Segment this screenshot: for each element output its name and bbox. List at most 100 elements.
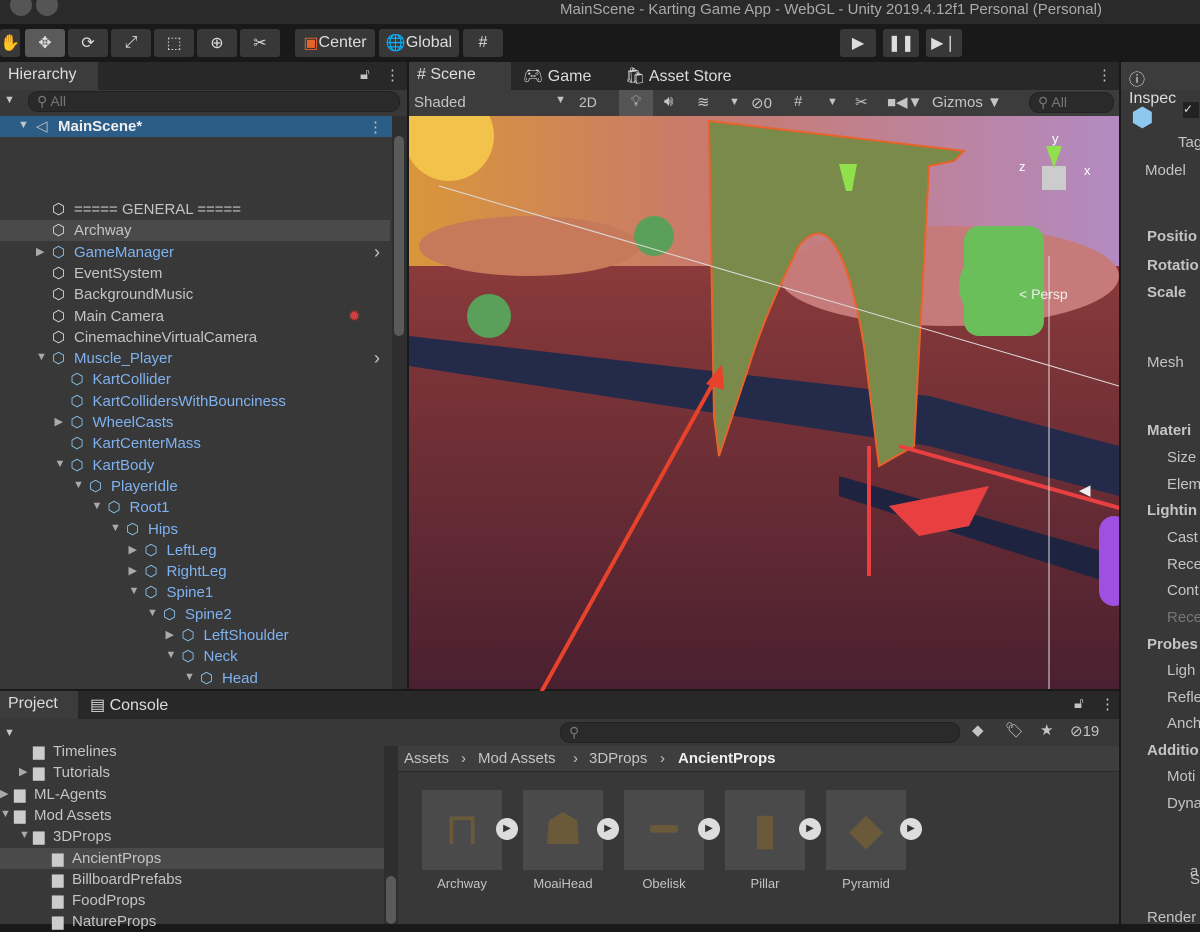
lock-icon[interactable]: 🔓︎ [1074, 695, 1084, 712]
hierarchy-item[interactable]: ⬡ KartCollider [0, 369, 390, 390]
expand-arrow-icon[interactable]: ▼ [92, 500, 103, 512]
close-window-button[interactable] [10, 0, 32, 16]
scene-viewport[interactable]: < Persp y z x ◀ [409, 116, 1119, 689]
hierarchy-item[interactable]: ▼ ⬡ PlayerIdle [0, 476, 390, 497]
tab-inspector[interactable]: ⓘ Inspec [1121, 62, 1200, 107]
scene-row[interactable]: ▼ ◁ MainScene* ⋮ [0, 116, 392, 137]
more-menu-icon[interactable]: ⋮ [1100, 695, 1115, 713]
chevron-right-icon[interactable]: › [374, 242, 380, 263]
hierarchy-item[interactable]: ⬡ Archway [0, 220, 390, 242]
gizmos-dropdown[interactable]: Gizmos ▼ [932, 94, 1002, 111]
play-button[interactable]: ▶ [840, 29, 876, 57]
hierarchy-scrollbar[interactable] [392, 116, 407, 689]
hierarchy-item[interactable]: ▼ ⬡ Neck [0, 646, 390, 667]
scrollbar-thumb[interactable] [386, 876, 396, 924]
tab-game[interactable]: 🎮︎ Game [515, 62, 615, 90]
expand-arrow-icon[interactable]: ▼ [36, 351, 47, 363]
play-preview-icon[interactable]: ▶ [597, 818, 619, 840]
hierarchy-item[interactable]: ⬡ KartCollidersWithBounciness [0, 391, 390, 412]
favorites-star-icon[interactable]: ★ [1040, 721, 1053, 739]
expand-arrow-icon[interactable]: ▼ [184, 671, 195, 683]
expand-arrow-icon[interactable]: ▼ [166, 649, 177, 661]
scrollbar-thumb[interactable] [394, 136, 404, 336]
hierarchy-item[interactable]: ▶ ⬡ LeftLeg [0, 540, 390, 561]
expand-arrow-icon[interactable]: ▼ [0, 808, 11, 820]
search-by-label-icon[interactable]: 🏷︎ [1005, 721, 1024, 739]
hierarchy-item[interactable]: ▼ ⬡ Head [0, 668, 390, 689]
hierarchy-search-input[interactable]: ⚲ All [28, 91, 400, 112]
lock-icon[interactable]: 🔓︎ [360, 66, 370, 83]
hierarchy-item[interactable]: ▶ ⬡ RightLeg [0, 561, 390, 582]
effects-icon[interactable]: ≋ [697, 93, 710, 111]
rect-tool-button[interactable]: ⬚ [154, 29, 194, 57]
folder-item[interactable]: ▆ Timelines [0, 741, 384, 762]
play-preview-icon[interactable]: ▶ [496, 818, 518, 840]
chevron-right-icon[interactable]: › [374, 348, 380, 369]
2d-toggle[interactable]: 2D [579, 94, 597, 110]
hidden-objects-toggle[interactable]: ⊘0 [751, 94, 772, 112]
expand-arrow-icon[interactable]: ▼ [110, 522, 121, 534]
hierarchy-item[interactable]: ⬡ EventSystem [0, 263, 390, 284]
breadcrumb-3dprops[interactable]: 3DProps [589, 750, 647, 767]
shading-dropdown[interactable]: Shaded ▼ [414, 94, 566, 111]
play-preview-icon[interactable]: ▶ [900, 818, 922, 840]
rotate-tool-button[interactable]: ⟳ [68, 29, 108, 57]
tools-icon[interactable]: ✂ [855, 93, 868, 111]
tab-project[interactable]: Project [0, 691, 78, 719]
pivot-center-button[interactable]: ▣ Center [295, 29, 375, 57]
persp-label[interactable]: < Persp [1019, 286, 1068, 302]
hand-tool-button[interactable]: ✋ [0, 29, 20, 57]
hierarchy-item[interactable]: ⬡ BackgroundMusic [0, 284, 390, 305]
hierarchy-item[interactable]: ⬡ Main Camera ✹ [0, 306, 390, 327]
audio-toggle-icon[interactable]: 🔊︎ [664, 93, 673, 110]
play-preview-icon[interactable]: ▶ [799, 818, 821, 840]
hierarchy-item[interactable]: ▼ ⬡ Root1 [0, 497, 390, 518]
hierarchy-item[interactable]: ▶ ⬡ WheelCasts [0, 412, 390, 433]
more-menu-icon[interactable]: ⋮ [385, 66, 400, 84]
custom-tool-button[interactable]: ✂ [240, 29, 280, 57]
asset-thumbnail[interactable]: ◆ [826, 790, 906, 870]
hierarchy-item[interactable]: ⬡ ===== GENERAL ===== [0, 199, 390, 220]
tab-console[interactable]: ▤ Console [82, 691, 182, 719]
expand-arrow-icon[interactable]: ▼ [19, 829, 30, 841]
collapse-arrow-icon[interactable]: ▶ [166, 628, 174, 641]
hierarchy-item[interactable]: ▶ ⬡ LeftShoulder [0, 625, 390, 646]
folder-item[interactable]: ▼ ▆ 3DProps [0, 826, 384, 847]
active-checkbox[interactable]: ✓ [1183, 102, 1199, 118]
orientation-gizmo[interactable]: y z x [1014, 131, 1094, 221]
hierarchy-item[interactable]: ▶ ⬡ GameManager › [0, 242, 390, 263]
breadcrumb-mod-assets[interactable]: Mod Assets [478, 750, 556, 767]
hierarchy-item[interactable]: ▼ ⬡ Spine1 [0, 582, 390, 603]
collapse-arrow-icon[interactable]: ▶ [0, 787, 8, 800]
pause-button[interactable]: ❚❚ [883, 29, 919, 57]
project-search-input[interactable]: ⚲ [560, 722, 960, 743]
scene-menu-icon[interactable]: ⋮ [1097, 66, 1112, 84]
expand-arrow-icon[interactable]: ▼ [129, 585, 140, 597]
minimize-window-button[interactable] [36, 0, 58, 16]
hierarchy-item[interactable]: ▼ ⬡ Muscle_Player › [0, 348, 390, 369]
search-by-type-icon[interactable]: ◆ [972, 721, 984, 739]
collapse-arrow-icon[interactable]: ▶ [19, 765, 27, 778]
create-dropdown[interactable]: ▼ [4, 727, 15, 739]
hierarchy-item[interactable]: ▼ ⬡ Spine2 [0, 604, 390, 625]
hierarchy-item[interactable]: ⬡ CinemachineVirtualCamera [0, 327, 390, 348]
collapse-arrow-icon[interactable]: ▶ [55, 415, 63, 428]
collapse-arrow-icon[interactable]: ▶ [36, 245, 44, 258]
transform-tool-button[interactable]: ⊕ [197, 29, 237, 57]
folder-item[interactable]: ▶ ▆ Tutorials [0, 762, 384, 783]
grid-icon[interactable]: # [794, 93, 802, 110]
folder-item[interactable]: ▆ BillboardPrefabs [0, 869, 384, 890]
folder-item[interactable]: ▶ ▆ ML-Agents [0, 784, 384, 805]
create-dropdown[interactable]: ▼ [4, 94, 15, 106]
camera-icon[interactable]: ■◀▼ [887, 93, 922, 111]
expand-arrow-icon[interactable]: ▼ [55, 458, 66, 470]
folder-item[interactable]: ▆ NatureProps [0, 911, 384, 932]
scene-menu-icon[interactable]: ⋮ [368, 118, 383, 136]
tab-scene[interactable]: # Scene [409, 62, 511, 90]
folder-item[interactable]: ▼ ▆ Mod Assets [0, 805, 384, 826]
hidden-packages-toggle[interactable]: ⊘19 [1070, 722, 1099, 740]
scene-search-input[interactable]: ⚲ All [1029, 92, 1114, 113]
hierarchy-item[interactable]: ▼ ⬡ Hips [0, 519, 390, 540]
play-preview-icon[interactable]: ▶ [698, 818, 720, 840]
asset-thumbnail[interactable]: ⊓ [422, 790, 502, 870]
